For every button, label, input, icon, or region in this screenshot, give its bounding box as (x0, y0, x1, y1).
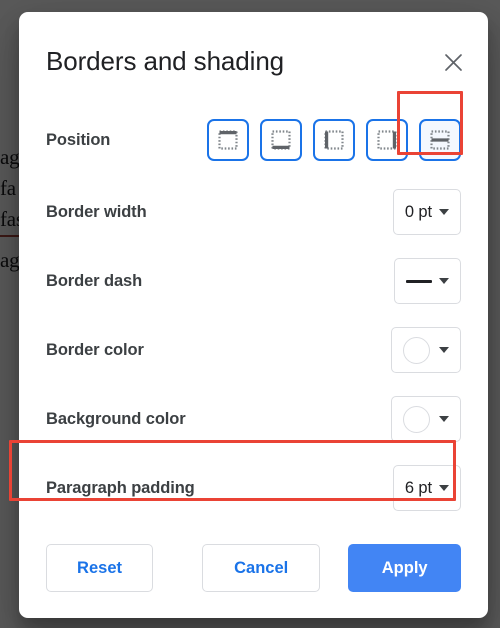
border-top-icon (216, 128, 240, 152)
border-width-dropdown[interactable]: 0 pt (392, 189, 461, 235)
position-option-bottom-border[interactable] (260, 119, 302, 161)
row-label-position: Position (46, 130, 111, 149)
background-color-dropdown[interactable] (391, 396, 461, 442)
row-label-border-dash: Border dash (46, 271, 143, 290)
row-background-color: Background color (46, 392, 461, 446)
row-label-paragraph-padding: Paragraph padding (46, 478, 195, 497)
background-color-swatch (403, 405, 430, 433)
row-label-border-color: Border color (46, 340, 144, 359)
apply-button[interactable]: Apply (348, 544, 462, 592)
border-bottom-icon (269, 128, 293, 152)
row-label-border-width: Border width (46, 202, 147, 221)
border-between-icon (428, 128, 452, 152)
row-position: Position (46, 113, 461, 167)
solid-line-icon (406, 279, 432, 283)
position-option-group (207, 119, 461, 161)
dialog-header: Borders and shading (19, 12, 488, 98)
border-dash-dropdown[interactable] (394, 258, 461, 304)
paragraph-padding-dropdown[interactable]: 6 pt (392, 465, 461, 511)
row-border-width: Border width 0 pt (46, 185, 461, 239)
row-label-background-color: Background color (46, 409, 186, 428)
position-option-right-border[interactable] (366, 119, 408, 161)
chevron-down-icon (439, 278, 449, 284)
chevron-down-icon (439, 347, 449, 353)
borders-and-shading-dialog: Borders and shading Position Border widt… (19, 12, 488, 618)
cancel-button[interactable]: Cancel (202, 544, 321, 592)
paragraph-padding-value: 6 pt (404, 478, 432, 497)
border-color-dropdown[interactable] (391, 327, 461, 373)
chevron-down-icon (439, 416, 449, 422)
position-option-left-border[interactable] (313, 119, 355, 161)
row-paragraph-padding: Paragraph padding 6 pt (46, 461, 461, 515)
reset-button[interactable]: Reset (46, 544, 154, 592)
position-option-between-border[interactable] (419, 119, 461, 161)
dialog-footer: Reset Cancel Apply (46, 542, 462, 594)
close-icon (444, 53, 463, 72)
row-border-dash: Border dash (46, 254, 461, 308)
border-left-icon (322, 128, 346, 152)
border-right-icon (375, 128, 399, 152)
chevron-down-icon (439, 209, 449, 215)
position-option-top-border[interactable] (207, 119, 249, 161)
border-width-value: 0 pt (404, 202, 432, 221)
dialog-title: Borders and shading (46, 46, 285, 76)
row-border-color: Border color (46, 323, 461, 377)
close-button[interactable] (432, 41, 474, 83)
border-color-swatch (403, 336, 430, 364)
chevron-down-icon (439, 485, 449, 491)
